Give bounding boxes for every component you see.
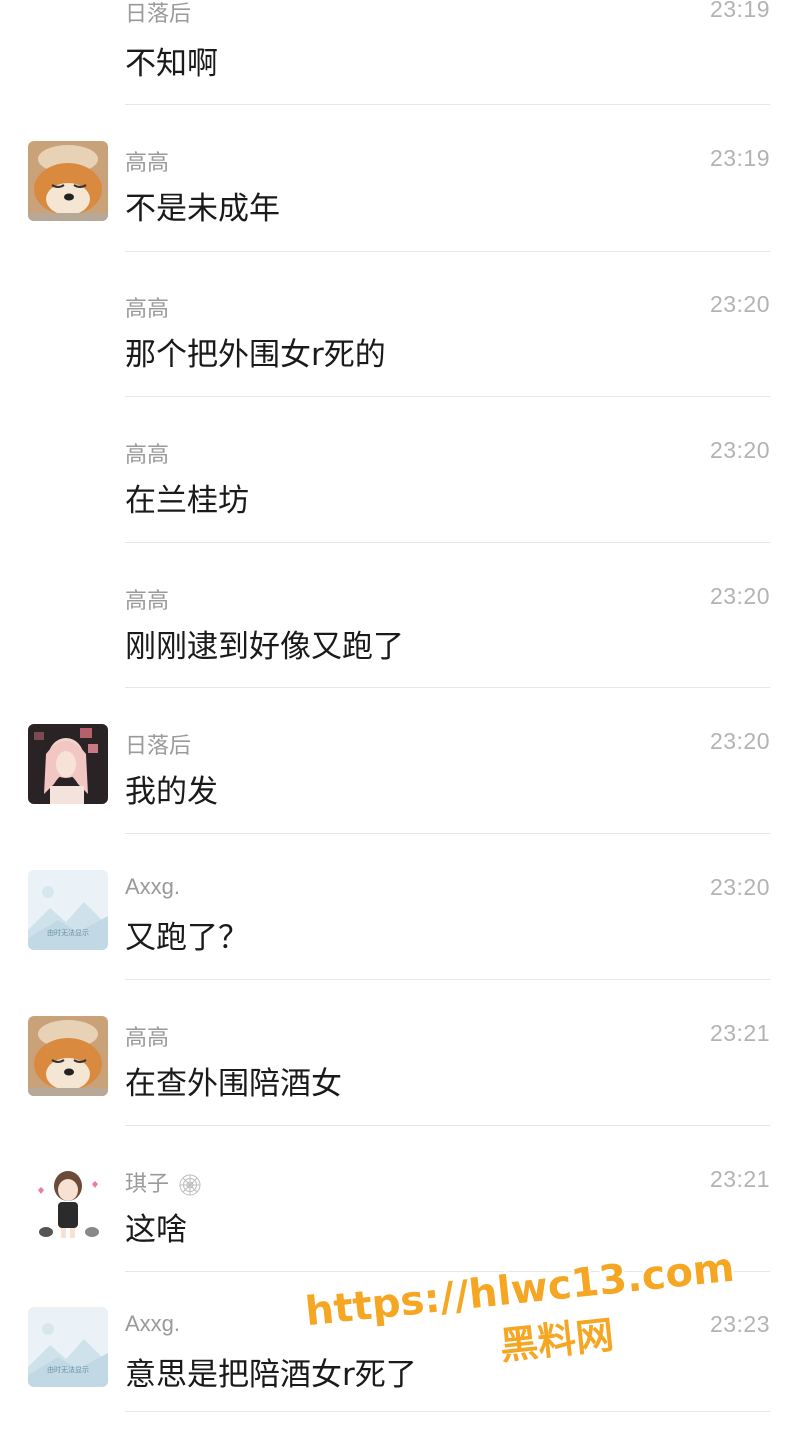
message-text: 我的发 — [125, 774, 218, 810]
divider — [125, 1125, 770, 1126]
placeholder-avatar[interactable]: 由时无法显示 — [28, 1307, 108, 1387]
sender-name-text: 琪子 — [125, 1172, 170, 1197]
message-text: 在兰桂坊 — [125, 483, 249, 519]
cartoon-girl-avatar[interactable] — [28, 1162, 108, 1242]
chat-message[interactable]: 高高 23:19 不是未成年 — [0, 141, 800, 287]
divider — [125, 687, 770, 688]
watermark-site-name: 黑料网 — [498, 1313, 616, 1369]
shiba-dog-avatar[interactable] — [28, 141, 108, 221]
chat-message[interactable]: 日落后 23:20 我的发 — [0, 724, 800, 870]
shiba-dog-avatar[interactable] — [28, 1016, 108, 1096]
chat-message[interactable]: 高高 23:21 在查外围陪酒女 — [0, 1016, 800, 1162]
sender-name: 琪子 — [125, 1166, 202, 1198]
sender-name: Axxg. — [125, 1311, 181, 1336]
message-text: 在查外围陪酒女 — [125, 1066, 342, 1102]
divider — [125, 251, 770, 252]
watermark: https://hlwc13.com 黑料网 — [300, 1220, 760, 1390]
message-text: 那个把外围女r死的 — [125, 337, 386, 373]
message-time: 23:20 — [709, 437, 770, 463]
message-time: 23:21 — [709, 1166, 770, 1192]
sender-name: 高高 — [125, 151, 170, 176]
message-text: 刚刚逮到好像又跑了 — [125, 629, 404, 665]
placeholder-caption: 由时无法显示 — [47, 1366, 89, 1374]
message-time: 23:19 — [709, 145, 770, 171]
divider — [125, 542, 770, 543]
message-text: 又跑了？ — [125, 920, 249, 956]
chat-message[interactable]: 日落后 23:19 不知啊 — [0, 0, 800, 146]
message-time: 23:20 — [709, 728, 770, 754]
message-time: 23:20 — [709, 291, 770, 317]
chat-message[interactable]: 高高 23:20 在兰桂坊 — [0, 433, 800, 579]
sender-name: 高高 — [125, 443, 170, 468]
divider — [125, 104, 770, 105]
girl-photo-avatar[interactable] — [28, 724, 108, 804]
sender-name: 日落后 — [125, 734, 192, 759]
divider — [125, 396, 770, 397]
message-time: 23:20 — [709, 874, 770, 900]
message-time: 23:21 — [709, 1020, 770, 1046]
placeholder-avatar[interactable]: 由时无法显示 — [28, 870, 108, 950]
divider — [125, 1411, 770, 1412]
divider — [125, 979, 770, 980]
message-text: 不知啊 — [125, 46, 218, 82]
message-time: 23:19 — [709, 0, 770, 22]
sender-name: 日落后 — [125, 2, 192, 27]
chat-message[interactable]: 由时无法显示 Axxg. 23:20 又跑了？ — [0, 870, 800, 1016]
divider — [125, 833, 770, 834]
message-time: 23:20 — [709, 583, 770, 609]
sender-name: Axxg. — [125, 874, 181, 899]
chat-message[interactable]: 高高 23:20 刚刚逮到好像又跑了 — [0, 579, 800, 725]
message-text: 不是未成年 — [125, 191, 280, 227]
sender-name: 高高 — [125, 589, 170, 614]
placeholder-caption: 由时无法显示 — [47, 929, 89, 937]
message-text: 这啥 — [125, 1212, 187, 1248]
sender-name: 高高 — [125, 1026, 170, 1051]
sender-name: 高高 — [125, 297, 170, 322]
spider-web-icon — [179, 1174, 201, 1196]
chat-message[interactable]: 高高 23:20 那个把外围女r死的 — [0, 287, 800, 433]
